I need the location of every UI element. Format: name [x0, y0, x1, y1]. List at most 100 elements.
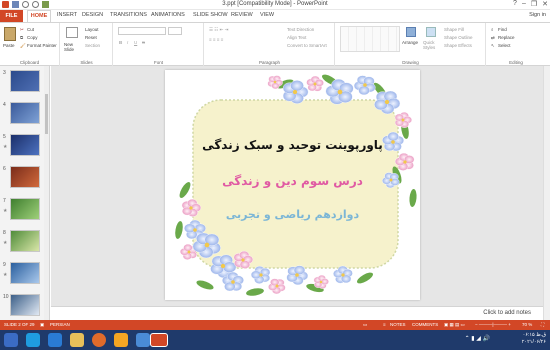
tab-animations[interactable]: ANIMATIONS [151, 12, 185, 18]
flower-decoration [394, 111, 412, 128]
system-clock[interactable]: ۰۶:۱۵ ق.ظ ۲۰۲۱/۰۶/۲۶ [522, 332, 546, 346]
replace-button[interactable]: Replace [498, 35, 515, 40]
underline-button[interactable]: U [134, 40, 137, 45]
slide-vertical-scrollbar[interactable] [543, 66, 550, 320]
format-painter-button[interactable]: Format Painter [27, 43, 57, 48]
tab-home[interactable]: HOME [27, 10, 51, 22]
tab-file[interactable]: FILE [0, 10, 23, 22]
powerpoint-taskbar-icon[interactable] [150, 333, 168, 347]
tab-transitions[interactable]: TRANSITIONS [110, 12, 147, 18]
new-slide-icon [66, 27, 78, 38]
bullets-icon[interactable]: ☰ ☷ ⇤ ⇥ [209, 27, 228, 33]
current-slide[interactable]: پاورپوینت توحید و سبک زندگی درس سوم دین … [165, 70, 420, 300]
slide-grade-text[interactable]: دوازدهم ریاضی و تجربی [165, 208, 420, 221]
shape-effects-button[interactable]: Shape Effects [444, 43, 472, 48]
clipboard-label: Clipboard [19, 60, 40, 65]
tray-icons[interactable]: ⌃ ▮ ◢ 🔊 [465, 335, 490, 342]
font-name-box[interactable] [118, 27, 166, 35]
copy-button[interactable]: Copy [27, 35, 38, 40]
slide-thumbnail[interactable] [10, 294, 40, 316]
close-button[interactable]: ✕ [542, 0, 548, 8]
windows-taskbar: ⌃ ▮ ◢ 🔊 ۰۶:۱۵ ق.ظ ۲۰۲۱/۰۶/۲۶ [0, 330, 550, 350]
slide-thumbnail[interactable] [10, 134, 40, 156]
view-buttons[interactable]: ▣ ▦ ▤ ▭ [444, 322, 465, 328]
slide-thumbnail[interactable] [10, 166, 40, 188]
notes-pane[interactable]: Click to add notes [51, 306, 543, 320]
tab-design[interactable]: DESIGN [82, 12, 103, 18]
tab-insert[interactable]: INSERT [57, 12, 77, 18]
text-direction-button[interactable]: Text Direction [287, 27, 314, 32]
drawing-group: Arrange Quick Styles Shape Fill Shape Ou… [336, 23, 486, 66]
select-button[interactable]: Select [498, 43, 511, 48]
quick-styles-button[interactable]: Quick Styles [423, 40, 439, 50]
clipboard-group: Paste ✂ Cut ⧉ Copy 🖌 Format Painter Clip… [0, 23, 60, 66]
internet-explorer-icon[interactable] [48, 333, 62, 347]
layout-button[interactable]: Layout [85, 27, 99, 32]
editing-group: ⌕ Find ⇄ Replace ↖ Select Editing [487, 23, 545, 66]
find-icon: ⌕ [491, 27, 494, 32]
slides-group: New Slide Layout Reset Section Slides [61, 23, 113, 66]
zoom-slider[interactable]: − ———|——— + [475, 322, 511, 327]
thumbnail-number: 3 [3, 70, 6, 76]
slide-thumbnail[interactable] [10, 102, 40, 124]
font-size-box[interactable] [168, 27, 182, 35]
arrange-icon [406, 27, 416, 37]
firefox-icon[interactable] [92, 333, 106, 347]
paragraph-group: ☰ ☷ ⇤ ⇥ ≡ ≡ ≡ ≡ Text Direction Align Tex… [205, 23, 335, 66]
thumbnail-scrollbar-thumb[interactable] [45, 94, 48, 134]
slide-thumbnail[interactable] [10, 262, 40, 284]
font-group: B I U S Font [114, 23, 204, 66]
notes-button[interactable]: NOTES [390, 322, 406, 327]
shape-outline-button[interactable]: Shape Outline [444, 35, 473, 40]
thumbnail-number: 4 [3, 102, 6, 108]
slide-thumbnail[interactable] [10, 230, 40, 252]
sign-in-link[interactable]: Sign in [529, 12, 546, 18]
slide-title[interactable]: پاورپوینت توحید و سبک زندگی [165, 138, 420, 152]
start-button-icon[interactable] [4, 333, 18, 347]
align-text-button[interactable]: Align Text [287, 35, 306, 40]
strikethrough-button[interactable]: S [142, 40, 145, 45]
bold-button[interactable]: B [119, 40, 122, 45]
notes-placeholder[interactable]: Click to add notes [483, 310, 531, 316]
fit-slide-icon[interactable]: ⛶ [541, 322, 544, 327]
title-bar: 3.ppt [Compatibility Mode] - PowerPoint … [0, 0, 550, 10]
arrange-button[interactable]: Arrange [402, 40, 418, 45]
spellcheck-icon[interactable]: ▣ [40, 322, 44, 328]
italic-button[interactable]: I [127, 40, 128, 45]
thumbnail-number: 5 [3, 134, 6, 140]
minimize-button[interactable]: – [522, 0, 526, 8]
comments-button[interactable]: COMMENTS [412, 322, 438, 327]
clock-time: ۰۶:۱۵ ق.ظ [522, 332, 546, 338]
flower-decoration [306, 75, 324, 92]
find-button[interactable]: Find [498, 27, 507, 32]
telegram-icon[interactable] [26, 333, 40, 347]
section-button[interactable]: Section [85, 43, 100, 48]
paste-button[interactable]: Paste [3, 43, 15, 48]
file-explorer-icon[interactable] [70, 333, 84, 347]
tab-view[interactable]: VIEW [260, 12, 274, 18]
zoom-level[interactable]: 70 % [522, 322, 532, 327]
tab-slide-show[interactable]: SLIDE SHOW [193, 12, 228, 18]
word-icon[interactable] [136, 333, 150, 347]
align-icons[interactable]: ≡ ≡ ≡ ≡ [209, 37, 223, 42]
slide-subtitle[interactable]: درس سوم دین و زندگی [165, 174, 420, 188]
thumbnail-number: 7 [3, 198, 6, 204]
ribbon: Paste ✂ Cut ⧉ Copy 🖌 Format Painter Clip… [0, 22, 550, 66]
convert-smartart-button[interactable]: Convert to SmartArt [287, 43, 327, 48]
slide-thumbnail[interactable] [10, 198, 40, 220]
reset-button[interactable]: Reset [85, 35, 97, 40]
new-slide-button[interactable]: New Slide [64, 42, 82, 52]
shape-fill-button[interactable]: Shape Fill [444, 27, 464, 32]
shapes-gallery[interactable] [340, 26, 400, 52]
tab-review[interactable]: REVIEW [231, 12, 253, 18]
slide-thumbnail[interactable] [10, 70, 40, 92]
thumbnail-number: 10 [3, 294, 9, 300]
cut-button[interactable]: Cut [27, 27, 34, 32]
restore-button[interactable]: ❐ [531, 0, 537, 8]
language-indicator[interactable]: PERSIAN [50, 322, 70, 327]
thumbnail-number: 9 [3, 262, 6, 268]
paragraph-label: Paragraph [258, 60, 280, 65]
media-player-icon[interactable] [114, 333, 128, 347]
help-button[interactable]: ? [513, 0, 517, 8]
animation-star-icon: ★ [3, 272, 8, 278]
